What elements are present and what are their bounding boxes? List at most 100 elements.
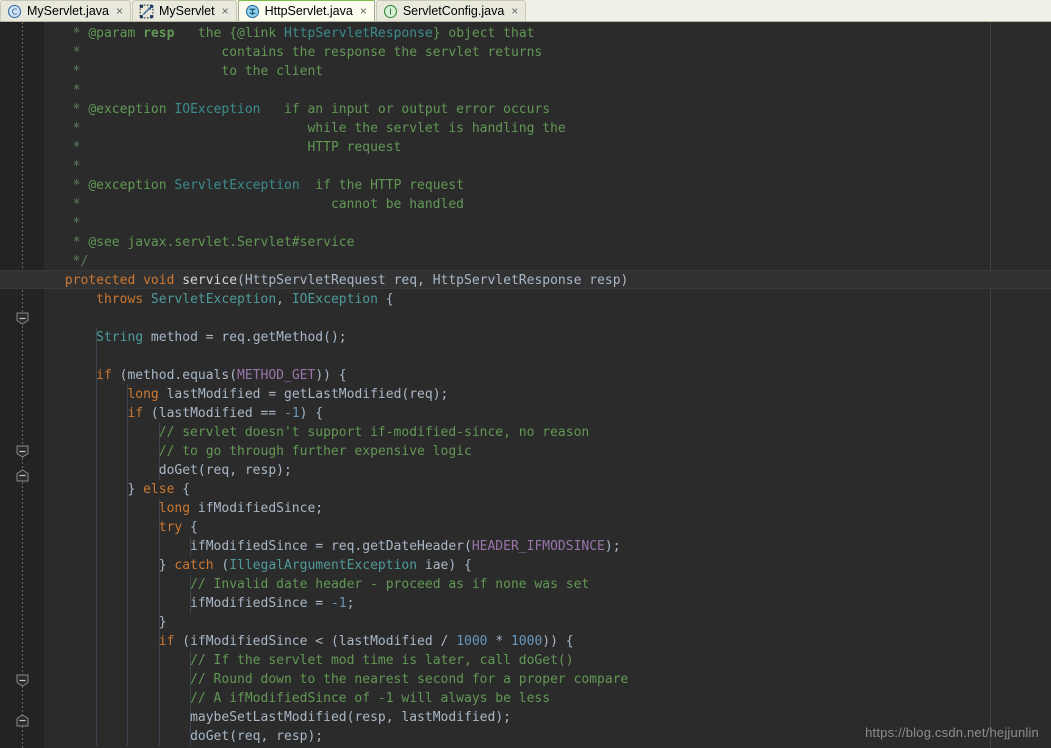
code-line[interactable]: * cannot be handled [44,195,1051,214]
code-token-punct: ( [229,729,238,744]
code-line[interactable]: * HTTP request [44,138,1051,157]
code-line[interactable]: * [44,81,1051,100]
code-line[interactable]: * @see javax.servlet.Servlet#service [44,233,1051,252]
code-line[interactable] [44,309,1051,328]
code-line[interactable]: if (ifModifiedSince < (lastModified / 10… [44,632,1051,651]
code-token-cmt-star: * [57,83,81,98]
code-line[interactable]: * [44,157,1051,176]
editor-tab-label: ServletConfig.java [402,4,505,18]
code-line[interactable]: // servlet doesn't support if-modified-s… [44,423,1051,442]
code-token-plain: HttpServletRequest req [244,273,418,288]
code-token-punct: ; [346,596,355,611]
code-line[interactable]: // Round down to the nearest second for … [44,670,1051,689]
code-token-punct: } [57,615,167,630]
code-token-cmt: } object that [432,26,535,41]
code-line[interactable]: } catch (IllegalArgumentException iae) { [44,556,1051,575]
code-token-cmt-lnk: IOException [166,102,261,117]
close-icon[interactable]: × [360,5,367,17]
fold-collapse-down-icon[interactable] [16,312,29,325]
code-line[interactable]: } else { [44,480,1051,499]
code-token-static: METHOD_GET [237,368,316,383]
code-token-punct: ); [307,729,324,744]
code-line[interactable]: // A ifModifiedSince of -1 will always b… [44,689,1051,708]
code-line[interactable]: // If the servlet mod time is later, cal… [44,651,1051,670]
code-token-cmt: // If the servlet mod time is later, cal… [190,653,574,668]
code-token-kw: if [158,634,175,649]
code-line[interactable]: // to go through further expensive logic [44,442,1051,461]
close-icon[interactable]: × [116,5,123,17]
editor-tab-servletconfig-java[interactable]: I ServletConfig.java × [375,0,527,21]
editor-tab-httpservlet-java[interactable]: HttpServlet.java × [237,0,375,21]
code-editor[interactable]: * @param resp the {@link HttpServletResp… [0,22,1051,748]
code-token-type: ServletException [143,292,277,307]
editor-tab-myservlet[interactable]: MyServlet × [132,0,237,21]
code-line[interactable]: * [44,214,1051,233]
code-line[interactable]: doGet(req, resp); [44,461,1051,480]
code-line[interactable]: ifModifiedSince = req.getDateHeader(HEAD… [44,537,1051,556]
code-token-kw: long [127,387,159,402]
code-content[interactable]: * @param resp the {@link HttpServletResp… [0,22,1051,748]
code-token-cmt: // A ifModifiedSince of -1 will always b… [190,691,551,706]
code-token-punct: = [268,387,284,402]
code-token-punct: ) [620,273,629,288]
code-line[interactable]: * @exception IOException if an input or … [44,100,1051,119]
code-line[interactable]: * to the client [44,62,1051,81]
code-line[interactable]: } [44,613,1051,632]
java-interface-icon: I [383,4,397,18]
code-token-plain: req.getMethod [221,330,324,345]
code-token-plain: getLastModified [284,387,402,402]
code-token-cmt-star: * [57,197,89,212]
code-token-punct: ( [143,406,159,421]
code-token-cmt: // to go through further expensive logic [158,444,472,459]
editor-tab-myservlet-java[interactable]: C MyServlet.java × [0,0,131,21]
code-line[interactable]: ifModifiedSince = -1; [44,594,1051,613]
code-line[interactable]: // Invalid date header - proceed as if n… [44,575,1051,594]
code-line[interactable]: if (lastModified == -1) { [44,404,1051,423]
code-token-static: HEADER_IFMODSINCE [471,539,605,554]
code-line[interactable] [44,347,1051,366]
code-line[interactable]: * contains the response the servlet retu… [44,43,1051,62]
code-line[interactable]: protected void service(HttpServletReques… [44,271,1051,290]
editor-gutter[interactable] [0,22,44,748]
code-token-plain: HttpServletResponse resp [432,273,621,288]
code-line[interactable]: try { [44,518,1051,537]
java-class-icon: C [7,4,22,18]
code-line[interactable]: */ [44,252,1051,271]
code-line[interactable]: if (method.equals(METHOD_GET)) { [44,366,1051,385]
code-token-plain: doGet [190,729,230,744]
code-token-plain: doGet [158,463,198,478]
code-token-punct: { [174,482,191,497]
editor-tab-label: MyServlet.java [27,4,109,18]
code-line[interactable]: long lastModified = getLastModified(req)… [44,385,1051,404]
code-token-punct: , [417,273,433,288]
code-token-cmt-star: * [57,140,89,155]
code-line[interactable]: throws ServletException, IOException { [44,290,1051,309]
close-icon[interactable]: × [222,5,229,17]
code-token-kw: throws [96,292,144,307]
code-token-punct: ); [495,710,511,725]
code-token-punct: } [57,482,144,497]
code-line[interactable]: * @param resp the {@link HttpServletResp… [44,24,1051,43]
code-token-punct: * [487,634,511,649]
fold-collapse-up-icon[interactable] [16,714,29,727]
fold-collapse-up-icon[interactable] [16,469,29,482]
code-token-punct: ( [464,539,472,554]
code-line[interactable]: long ifModifiedSince; [44,499,1051,518]
code-line[interactable]: * while the servlet is handling the [44,119,1051,138]
code-line[interactable]: * @exception ServletException if the HTT… [44,176,1051,195]
code-token-punct: = [205,330,222,345]
code-token-punct: < ( [315,634,339,649]
fold-collapse-down-icon[interactable] [16,674,29,687]
fold-collapse-down-icon[interactable] [16,445,29,458]
watermark-url: https://blog.csdn.net/hejjunlin [865,725,1039,740]
close-icon[interactable]: × [511,5,518,17]
code-token-cmt-tag: @param [88,26,136,41]
code-token-punct: , [260,729,277,744]
code-line[interactable]: String method = req.getMethod(); [44,328,1051,347]
